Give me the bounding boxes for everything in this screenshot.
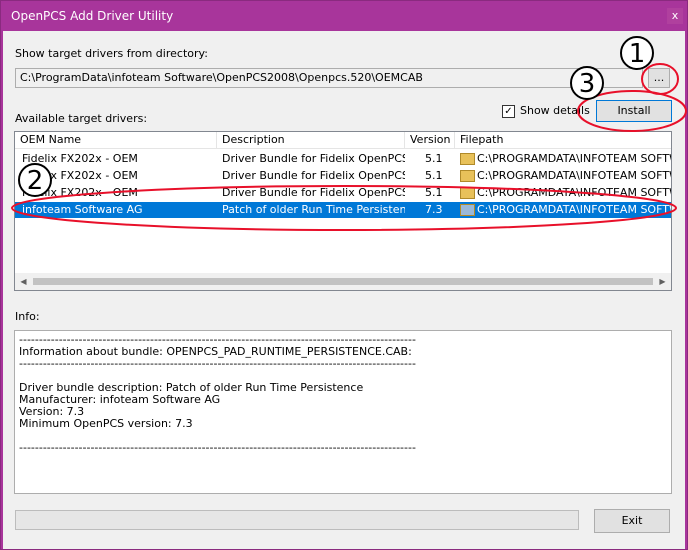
row-version: 5.1 [425, 186, 443, 199]
row-filepath: C:\PROGRAMDATA\INFOTEAM SOFTWA [455, 202, 671, 218]
row-description: Driver Bundle for Fidelix OpenPCS ... [222, 169, 405, 182]
show-details-label: Show details [520, 104, 590, 117]
row-filepath: C:\PROGRAMDATA\INFOTEAM SOFTWA [455, 168, 671, 184]
row-filepath-text: C:\PROGRAMDATA\INFOTEAM SOFTWA [477, 152, 671, 165]
row-filepath: C:\PROGRAMDATA\INFOTEAM SOFTWA [455, 185, 671, 201]
table-row[interactable]: Fidelix FX202x - OEM Driver Bundle for F… [15, 151, 671, 167]
annotation-badge-3: 3 [570, 66, 604, 100]
folder-icon [460, 204, 475, 216]
row-oem: infoteam Software AG [22, 203, 143, 216]
annotation-badge-2: 2 [18, 163, 52, 197]
scroll-left-icon[interactable]: ◀ [15, 273, 32, 290]
drivers-list[interactable]: OEM Name Description Version Filepath Fi… [14, 131, 672, 291]
available-drivers-label: Available target drivers: [15, 112, 148, 125]
row-description: Patch of older Run Time Persistence [222, 203, 405, 216]
show-details-checkbox[interactable]: ✓ [502, 105, 515, 118]
close-button[interactable]: x [667, 8, 683, 24]
column-oem-name[interactable]: OEM Name [15, 132, 217, 148]
row-filepath: C:\PROGRAMDATA\INFOTEAM SOFTWA [455, 151, 671, 167]
row-filepath-text: C:\PROGRAMDATA\INFOTEAM SOFTWA [477, 186, 671, 199]
info-textbox[interactable]: ----------------------------------------… [14, 330, 672, 494]
exit-button[interactable]: Exit [594, 509, 670, 533]
table-row[interactable]: Fidelix FX202x - OEM Driver Bundle for F… [15, 185, 671, 201]
row-description: Driver Bundle for Fidelix OpenPCS ... [222, 186, 405, 199]
progress-bar [15, 510, 579, 530]
window-title: OpenPCS Add Driver Utility [11, 9, 174, 23]
title-bar: OpenPCS Add Driver Utility x [1, 1, 687, 31]
column-filepath[interactable]: Filepath [455, 132, 671, 148]
browse-button[interactable]: ... [648, 68, 670, 88]
folder-icon [460, 153, 475, 165]
scroll-right-icon[interactable]: ▶ [654, 273, 671, 290]
row-oem: Fidelix FX202x - OEM [22, 152, 138, 165]
row-version: 7.3 [425, 203, 443, 216]
info-label: Info: [15, 310, 40, 323]
row-description: Driver Bundle for Fidelix OpenPCS ... [222, 152, 405, 165]
row-version: 5.1 [425, 152, 443, 165]
directory-path-field[interactable]: C:\ProgramData\infoteam Software\OpenPCS… [15, 68, 643, 88]
row-version: 5.1 [425, 169, 443, 182]
column-version[interactable]: Version [405, 132, 455, 148]
folder-icon [460, 170, 475, 182]
install-button[interactable]: Install [596, 100, 672, 122]
annotation-badge-1: 1 [620, 36, 654, 70]
directory-label: Show target drivers from directory: [15, 47, 208, 60]
row-filepath-text: C:\PROGRAMDATA\INFOTEAM SOFTWA [477, 169, 671, 182]
column-description[interactable]: Description [217, 132, 405, 148]
scrollbar-thumb[interactable] [33, 278, 653, 285]
horizontal-scrollbar[interactable]: ◀ ▶ [15, 273, 671, 290]
table-row[interactable]: Fidelix FX202x - OEM Driver Bundle for F… [15, 168, 671, 184]
row-filepath-text: C:\PROGRAMDATA\INFOTEAM SOFTWA [477, 203, 671, 216]
list-header: OEM Name Description Version Filepath [15, 132, 671, 149]
table-row-selected[interactable]: infoteam Software AG Patch of older Run … [15, 202, 671, 218]
folder-icon [460, 187, 475, 199]
